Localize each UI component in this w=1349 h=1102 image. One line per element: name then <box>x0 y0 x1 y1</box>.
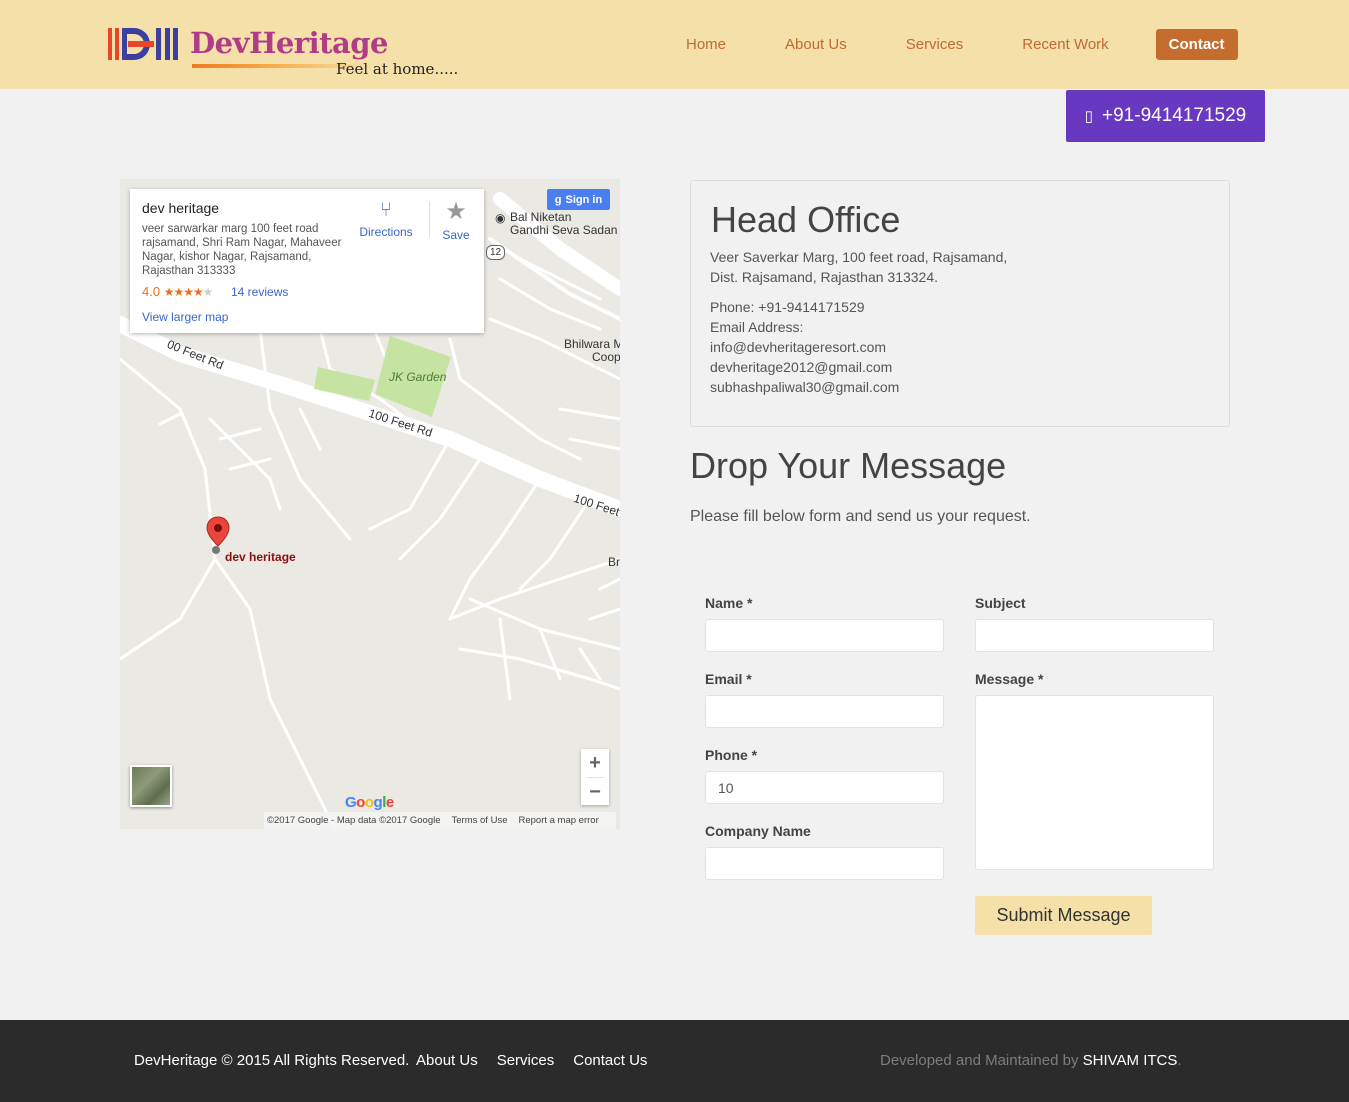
rating-star-empty-icon: ★ <box>202 285 214 299</box>
google-logo-e: e <box>385 794 394 811</box>
logo-text: DevHeritage <box>190 26 389 60</box>
map-pin-label: dev heritage <box>225 550 296 564</box>
directions-label: Directions <box>359 225 413 239</box>
map-label-bhilwara-line2: Coop <box>592 350 620 364</box>
map-label-bhilwara: Bhilwara M Coop <box>564 338 620 364</box>
submit-message-button[interactable]: Submit Message <box>975 896 1152 935</box>
head-office-panel: Head Office Veer Saverkar Marg, 100 feet… <box>690 180 1230 427</box>
developer-period: . <box>1177 1052 1182 1069</box>
email-input[interactable] <box>705 695 944 728</box>
footer-links: About Us Services Contact Us <box>416 1052 666 1069</box>
map-signin-button[interactable]: g Sign in <box>547 189 610 210</box>
google-map[interactable]: dev heritage veer sarwarkar marg 100 fee… <box>120 179 620 829</box>
map-rating: 4.0 ★★★★★ <box>142 284 213 299</box>
footer-link-about-us[interactable]: About Us <box>416 1052 478 1069</box>
phone-label: Phone * <box>705 747 758 763</box>
phone-input[interactable] <box>705 771 944 804</box>
message-section-subtitle: Please fill below form and send us your … <box>690 508 1031 525</box>
company-input[interactable] <box>705 847 944 880</box>
star-icon: ★ <box>445 198 467 225</box>
map-attribution-bar: ©2017 Google - Map data ©2017 Google Ter… <box>264 812 616 829</box>
office-phone: Phone: +91-9414171529 <box>710 299 865 315</box>
map-label-bal-niketan: Bal Niketan Gandhi Seva Sadan <box>510 211 617 237</box>
call-button[interactable]: ▯ +91-9414171529 <box>1066 90 1265 142</box>
route-badge: 12 <box>486 245 506 260</box>
office-email-label: Email Address: <box>710 319 804 335</box>
message-label: Message * <box>975 671 1044 687</box>
map-report-link[interactable]: Report a map error <box>518 815 598 826</box>
site-header: DevHeritage Feel at home..... Home About… <box>0 0 1349 89</box>
nav-services[interactable]: Services <box>886 29 984 60</box>
map-place-title: dev heritage <box>142 200 220 216</box>
nav-about-us[interactable]: About Us <box>765 29 867 60</box>
map-terms-link[interactable]: Terms of Use <box>452 815 508 826</box>
site-logo[interactable]: DevHeritage Feel at home..... <box>108 24 458 80</box>
mobile-phone-icon: ▯ <box>1084 108 1094 125</box>
map-place-icon: ◉ <box>495 211 506 225</box>
google-logo-o2: o <box>364 794 374 811</box>
office-email-3[interactable]: subhashpaliwal30@gmail.com <box>710 377 899 397</box>
main-nav: Home About Us Services Recent Work Conta… <box>666 28 1238 61</box>
nav-recent-work[interactable]: Recent Work <box>1002 29 1128 60</box>
site-footer: DevHeritage © 2015 All Rights Reserved. … <box>0 1020 1349 1102</box>
developer-link[interactable]: SHIVAM ITCS <box>1083 1052 1178 1069</box>
rating-stars-icon: ★★★★ <box>163 285 204 299</box>
company-label: Company Name <box>705 823 811 839</box>
map-card-divider <box>429 201 430 237</box>
google-logo-g2: g <box>373 794 383 811</box>
save-label: Save <box>442 228 470 242</box>
map-label-bal-niketan-line2: Gandhi Seva Sadan <box>510 223 618 237</box>
footer-developer-credit: Developed and Maintained by SHIVAM ITCS. <box>880 1052 1182 1069</box>
map-info-card: dev heritage veer sarwarkar marg 100 fee… <box>130 189 484 333</box>
zoom-in-button[interactable]: + <box>581 749 609 777</box>
map-reviews-link[interactable]: 14 reviews <box>231 285 288 299</box>
footer-copyright: DevHeritage © 2015 All Rights Reserved. <box>134 1052 410 1069</box>
map-label-jk-garden: JK Garden <box>389 370 447 384</box>
email-label: Email * <box>705 671 752 687</box>
head-office-title: Head Office <box>711 199 901 240</box>
google-logo: Google <box>345 794 394 811</box>
map-label-br: Br <box>608 555 620 569</box>
message-section-title: Drop Your Message <box>690 445 1007 486</box>
save-button[interactable]: ★ Save <box>436 197 476 242</box>
logo-tagline: Feel at home..... <box>336 60 459 78</box>
logo-mark-icon <box>108 28 178 60</box>
subject-label: Subject <box>975 595 1026 611</box>
office-address-line2: Dist. Rajsamand, Rajasthan 313324. <box>710 269 939 285</box>
zoom-out-button[interactable]: − <box>581 778 609 806</box>
map-rating-value: 4.0 <box>142 284 161 299</box>
map-pin-icon[interactable] <box>206 516 230 554</box>
office-email-1[interactable]: info@devheritageresort.com <box>710 337 886 357</box>
view-larger-map-link[interactable]: View larger map <box>142 310 228 324</box>
google-plus-icon: g <box>554 193 562 206</box>
map-zoom-control: + − <box>581 749 609 805</box>
google-logo-o1: o <box>356 794 365 811</box>
call-button-label: +91-9414171529 <box>1102 105 1247 126</box>
map-data-attribution: ©2017 Google - Map data ©2017 Google <box>267 815 441 826</box>
name-label: Name * <box>705 595 753 611</box>
directions-button[interactable]: ⑂ Directions <box>358 199 414 239</box>
office-address-line1: Veer Saverkar Marg, 100 feet road, Rajsa… <box>710 249 1008 265</box>
map-signin-label: Sign in <box>565 193 603 206</box>
footer-link-contact-us[interactable]: Contact Us <box>573 1052 647 1069</box>
directions-icon: ⑂ <box>380 199 392 221</box>
subject-input[interactable] <box>975 619 1214 652</box>
office-email-2[interactable]: devheritage2012@gmail.com <box>710 357 892 377</box>
name-input[interactable] <box>705 619 944 652</box>
message-textarea[interactable] <box>975 695 1214 870</box>
footer-link-services[interactable]: Services <box>497 1052 555 1069</box>
nav-home[interactable]: Home <box>666 29 746 60</box>
nav-contact[interactable]: Contact <box>1155 29 1238 60</box>
google-logo-g: G <box>345 794 357 811</box>
developer-prefix: Developed and Maintained by <box>880 1052 1079 1069</box>
satellite-toggle[interactable] <box>130 765 172 807</box>
map-place-address: veer sarwarkar marg 100 feet road rajsam… <box>142 223 342 277</box>
